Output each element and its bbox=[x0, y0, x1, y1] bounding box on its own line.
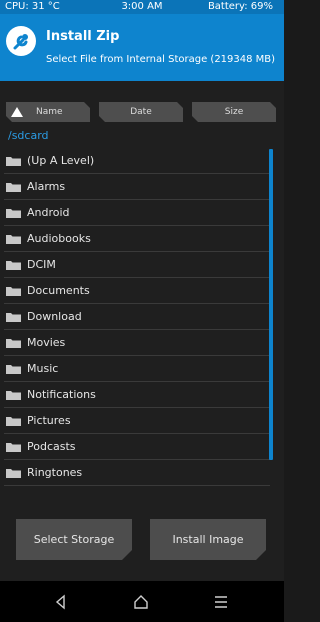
folder-icon bbox=[6, 287, 21, 296]
back-icon[interactable] bbox=[53, 594, 69, 610]
file-name: Podcasts bbox=[27, 440, 76, 453]
file-name: Audiobooks bbox=[27, 232, 91, 245]
folder-icon bbox=[6, 261, 21, 270]
file-name: Download bbox=[27, 310, 82, 323]
folder-icon bbox=[6, 183, 21, 192]
folder-icon bbox=[6, 443, 21, 452]
sort-name-label: Name bbox=[36, 107, 63, 117]
scrollbar[interactable] bbox=[269, 149, 273, 460]
sort-by-size-button[interactable]: Size bbox=[192, 102, 276, 122]
current-path: /sdcard bbox=[8, 129, 49, 142]
install-image-button[interactable]: Install Image bbox=[150, 519, 266, 560]
file-list-item[interactable]: Audiobooks bbox=[4, 226, 270, 252]
folder-icon bbox=[6, 209, 21, 218]
folder-icon bbox=[6, 339, 21, 348]
file-name: DCIM bbox=[27, 258, 56, 271]
folder-icon bbox=[6, 417, 21, 426]
file-name: Pictures bbox=[27, 414, 71, 427]
status-bar: CPU: 31 °C 3:00 AM Battery: 69% bbox=[0, 0, 284, 14]
file-name: Music bbox=[27, 362, 59, 375]
file-name: (Up A Level) bbox=[27, 154, 95, 167]
file-list-item[interactable]: DCIM bbox=[4, 252, 270, 278]
file-list-item[interactable]: Alarms bbox=[4, 174, 270, 200]
file-list-item[interactable]: Movies bbox=[4, 330, 270, 356]
file-list-item[interactable]: Music bbox=[4, 356, 270, 382]
file-list-item[interactable]: Ringtones bbox=[4, 460, 270, 486]
header: Install Zip Select File from Internal St… bbox=[0, 14, 284, 81]
file-name: Ringtones bbox=[27, 466, 83, 479]
menu-icon[interactable] bbox=[213, 594, 229, 610]
sort-by-name-button[interactable]: Name bbox=[6, 102, 90, 122]
home-icon[interactable] bbox=[133, 594, 149, 610]
twrp-logo-icon bbox=[6, 26, 36, 56]
file-name: Documents bbox=[27, 284, 90, 297]
file-list-item[interactable]: Download bbox=[4, 304, 270, 330]
folder-icon bbox=[6, 391, 21, 400]
page-title: Install Zip bbox=[46, 29, 120, 44]
battery-level: Battery: 69% bbox=[207, 1, 273, 12]
file-list-item[interactable]: Android bbox=[4, 200, 270, 226]
folder-icon bbox=[6, 365, 21, 374]
file-list-item[interactable]: Pictures bbox=[4, 408, 270, 434]
file-list-item[interactable]: Podcasts bbox=[4, 434, 270, 460]
file-list-item[interactable]: (Up A Level) bbox=[4, 148, 270, 174]
sort-ascending-icon bbox=[11, 107, 23, 117]
navigation-bar bbox=[0, 581, 284, 622]
file-name: Alarms bbox=[27, 180, 66, 193]
file-name: Notifications bbox=[27, 388, 96, 401]
folder-icon bbox=[6, 157, 21, 166]
folder-icon bbox=[6, 469, 21, 478]
folder-icon bbox=[6, 235, 21, 244]
file-name: Movies bbox=[27, 336, 66, 349]
file-list-item[interactable]: Notifications bbox=[4, 382, 270, 408]
select-storage-button[interactable]: Select Storage bbox=[16, 519, 132, 560]
page-subtitle: Select File from Internal Storage (21934… bbox=[46, 54, 276, 65]
file-list-item[interactable]: Documents bbox=[4, 278, 270, 304]
file-list[interactable]: (Up A Level) Alarms Android Audiobooks DCIM D… bbox=[0, 148, 276, 496]
sort-by-date-button[interactable]: Date bbox=[99, 102, 183, 122]
folder-icon bbox=[6, 313, 21, 322]
file-name: Android bbox=[27, 206, 70, 219]
